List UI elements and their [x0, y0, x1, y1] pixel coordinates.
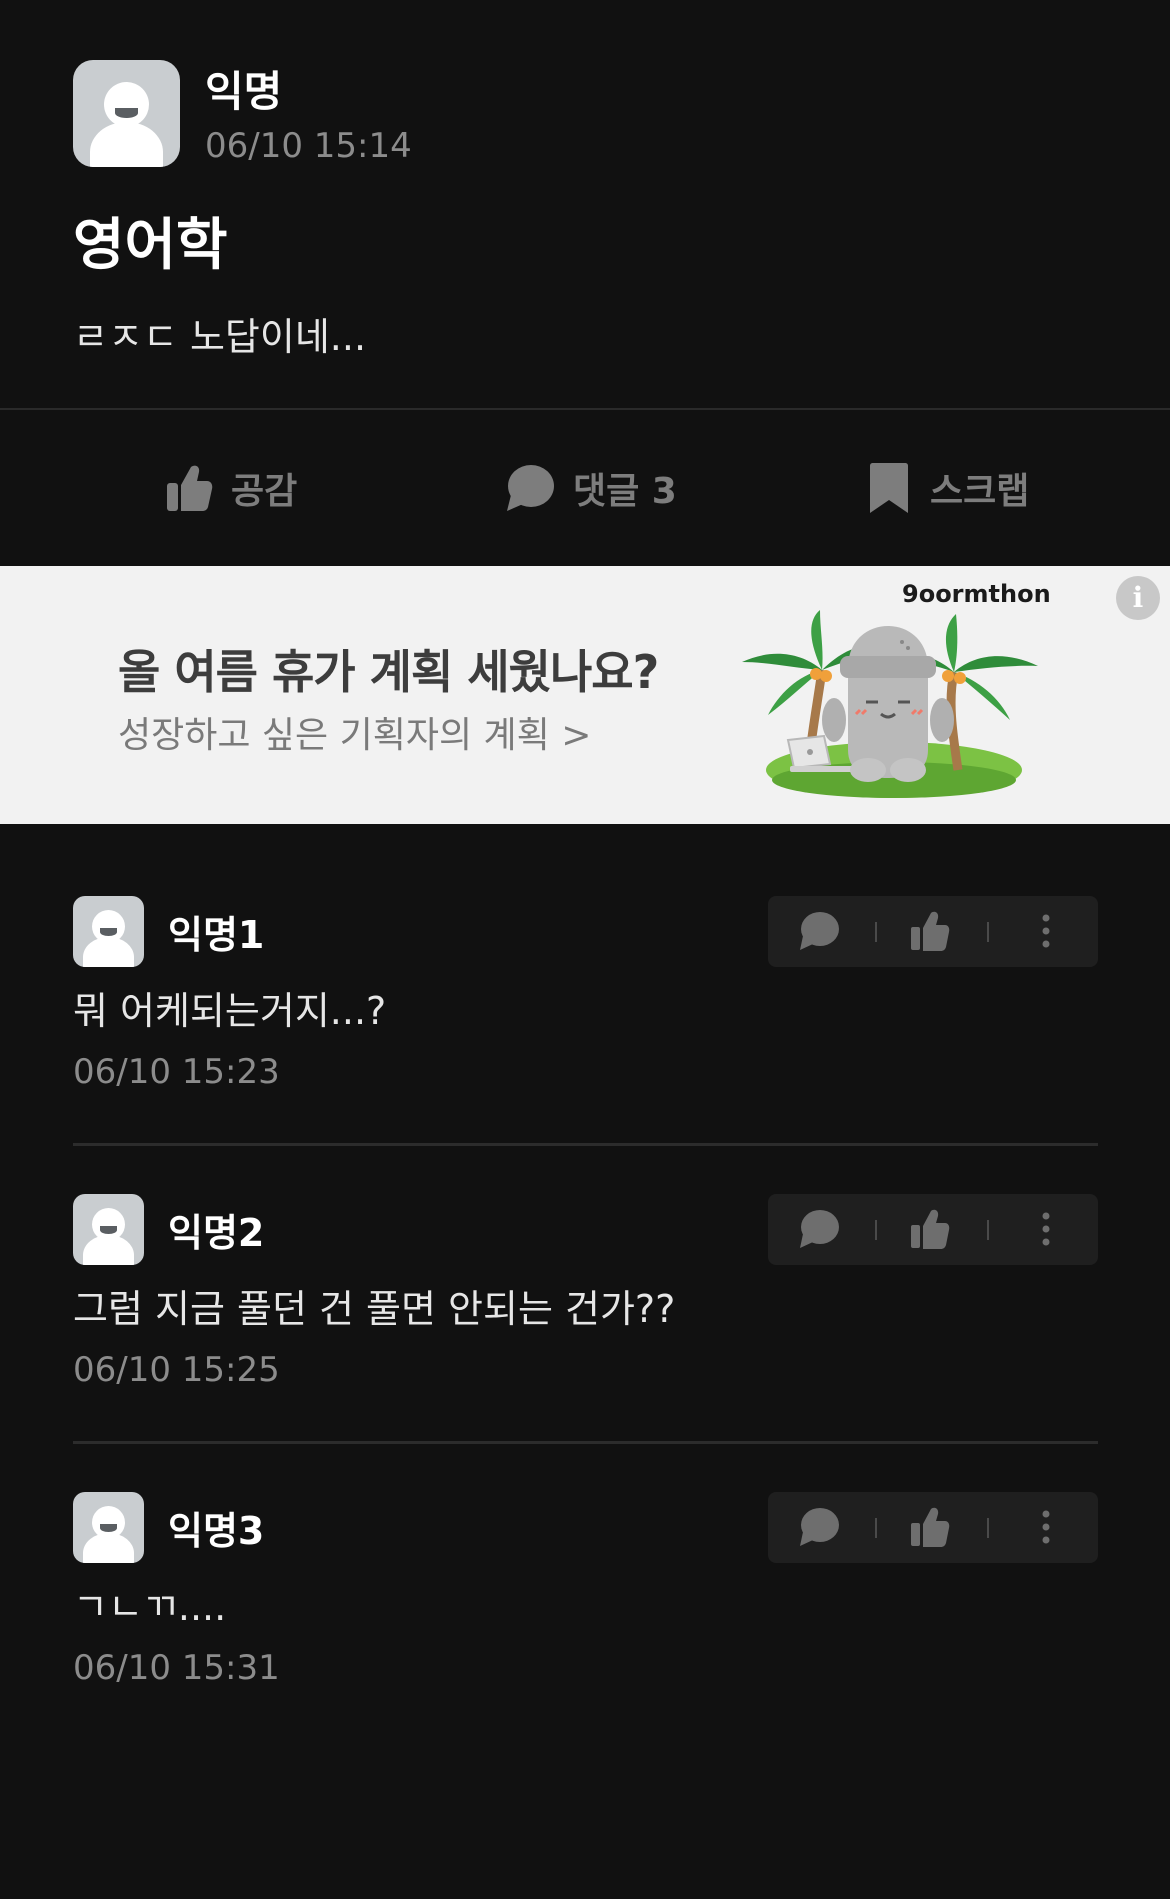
scrap-label: 스크랩 — [930, 471, 1030, 512]
comment-author-avatar — [73, 1194, 144, 1265]
comment-item: 익명3 ㄱㄴㄲ.... 06/10 15:31 — [0, 1492, 1170, 1790]
comment-toolbar — [768, 1194, 1098, 1265]
post-body: ㄹㅈㄷ 노답이네... — [73, 315, 367, 359]
comment-toolbar — [768, 896, 1098, 967]
thumbs-up-icon — [167, 465, 213, 511]
comment-item: 익명2 그럼 지금 풀던 건 풀면 안되는 건가?? 06/10 15:25 — [0, 1194, 1170, 1492]
comment-body: ㄱㄴㄲ.... — [73, 1585, 227, 1629]
post-title: 영어학 — [73, 213, 228, 278]
ad-brand-logo: 9oormthon — [902, 580, 1051, 608]
comment-divider — [73, 1441, 1098, 1444]
comment-count-label: 댓글 3 — [573, 471, 677, 512]
ad-title: 올 여름 휴가 계획 세웠나요? — [118, 645, 659, 699]
comment-body: 뭐 어케되는거지...? — [73, 989, 387, 1033]
ad-island-illustration — [742, 610, 1038, 798]
comment-body: 그럼 지금 풀던 건 풀면 안되는 건가?? — [73, 1287, 676, 1331]
comment-author-name: 익명3 — [168, 1509, 265, 1553]
post-action-bar: 공감 댓글 3 스크랩 — [0, 410, 1170, 566]
like-icon[interactable] — [910, 1506, 950, 1548]
comment-button[interactable]: 댓글 3 — [505, 462, 677, 514]
comment-item: 익명1 뭐 어케되는거지...? 06/10 15:23 — [0, 896, 1170, 1194]
comment-author-avatar — [73, 896, 144, 967]
comment-timestamp: 06/10 15:25 — [73, 1350, 280, 1390]
like-button[interactable]: 공감 — [165, 462, 297, 514]
like-label: 공감 — [231, 471, 298, 512]
speech-bubble-icon — [507, 465, 554, 511]
comment-divider — [73, 1143, 1098, 1146]
ad-subtitle-link[interactable]: 성장하고 싶은 기획자의 계획 > — [118, 706, 591, 758]
reply-icon[interactable] — [798, 910, 840, 952]
more-options-icon[interactable] — [1040, 910, 1052, 952]
more-options-icon[interactable] — [1040, 1208, 1052, 1250]
like-icon[interactable] — [910, 910, 950, 952]
post: 익명 06/10 15:14 영어학 ㄹㅈㄷ 노답이네... — [0, 0, 1170, 408]
scrap-button[interactable]: 스크랩 — [866, 462, 1029, 514]
reply-icon[interactable] — [798, 1506, 840, 1548]
comment-toolbar — [768, 1492, 1098, 1563]
bookmark-icon — [870, 463, 908, 513]
comment-timestamp: 06/10 15:23 — [73, 1052, 280, 1092]
like-icon[interactable] — [910, 1208, 950, 1250]
post-timestamp: 06/10 15:14 — [205, 126, 412, 166]
comment-timestamp: 06/10 15:31 — [73, 1648, 280, 1688]
reply-icon[interactable] — [798, 1208, 840, 1250]
post-author-name: 익명 — [205, 67, 283, 116]
ad-banner[interactable]: 올 여름 휴가 계획 세웠나요? 성장하고 싶은 기획자의 계획 > 9oorm… — [0, 566, 1170, 824]
comment-author-avatar — [73, 1492, 144, 1563]
more-options-icon[interactable] — [1040, 1506, 1052, 1548]
ad-info-icon[interactable]: i — [1116, 576, 1160, 620]
post-author-avatar — [73, 60, 180, 167]
comment-author-name: 익명1 — [168, 913, 265, 957]
comment-author-name: 익명2 — [168, 1211, 265, 1255]
